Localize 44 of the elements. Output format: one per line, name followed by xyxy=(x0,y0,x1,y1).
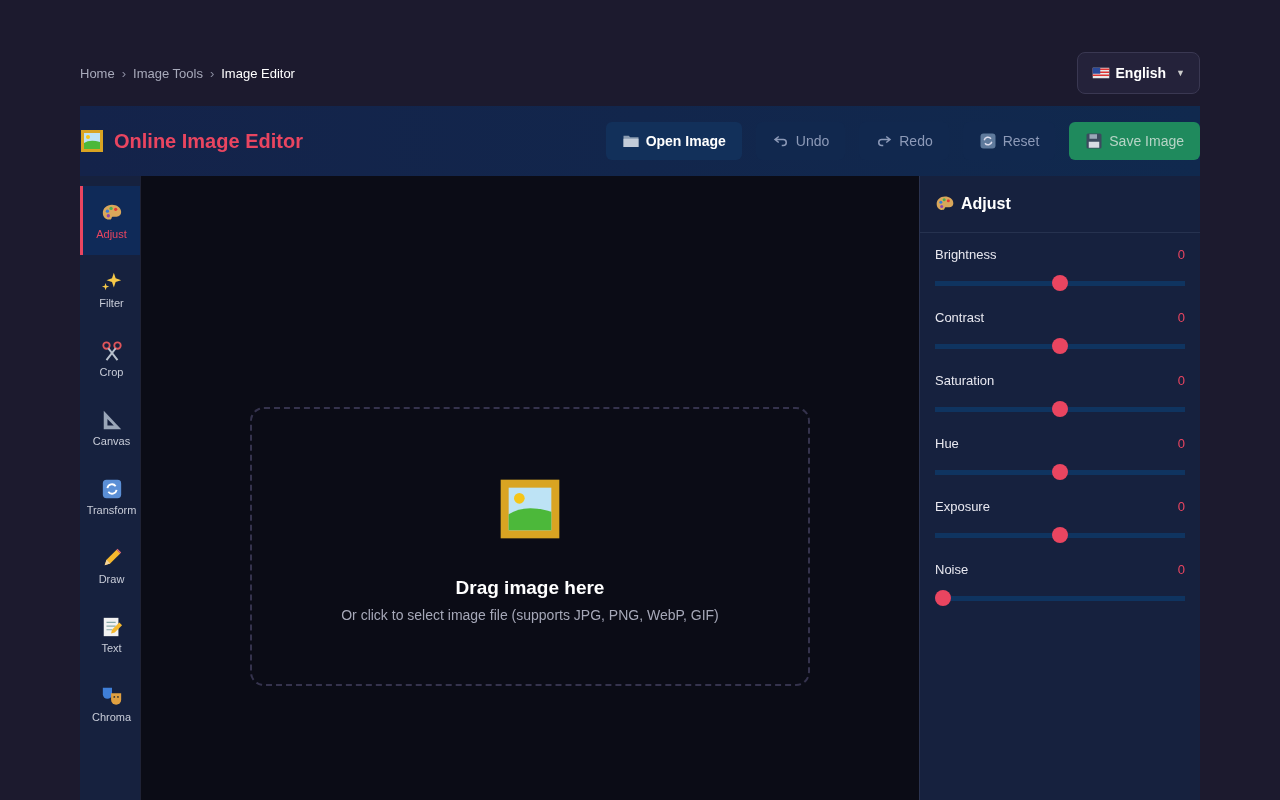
breadcrumb-separator: › xyxy=(121,65,127,81)
sidebar-tab[interactable]: Transform xyxy=(80,462,140,531)
slider-thumb[interactable] xyxy=(1052,338,1068,354)
refresh-icon xyxy=(978,132,997,150)
slider-label: Noise xyxy=(935,562,969,577)
breadcrumb-current: Image Editor xyxy=(221,65,295,81)
open-button[interactable]: Open Image xyxy=(605,122,742,160)
drop-title: Drag image here xyxy=(455,577,605,599)
sidebar-tab[interactable]: Filter xyxy=(80,255,140,324)
slider-thumb[interactable] xyxy=(1052,275,1068,291)
drop-zone[interactable]: Drag image here Or click to select image file (supports JPG, PNG, WebP, GIF) xyxy=(250,407,810,686)
sidebar-tab[interactable]: Chroma xyxy=(80,669,140,738)
language-selector[interactable]: English ▼ xyxy=(1076,52,1200,94)
app-title: Online Image Editor xyxy=(114,129,303,153)
refresh-icon xyxy=(100,477,123,500)
breadcrumb-link[interactable]: Home xyxy=(80,65,115,81)
slider-value: 0 xyxy=(1177,499,1185,514)
picture-icon xyxy=(80,129,104,153)
slider-value: 0 xyxy=(1177,373,1185,388)
slider-thumb[interactable] xyxy=(935,590,951,606)
sidebar-tab[interactable]: Crop xyxy=(80,324,140,393)
sidebar-tab[interactable]: Adjust xyxy=(80,186,140,255)
slider-thumb[interactable] xyxy=(1052,401,1068,417)
slider-label: Exposure xyxy=(935,499,990,514)
slider-label: Brightness xyxy=(935,247,997,262)
slider-thumb[interactable] xyxy=(1052,527,1068,543)
sidebar-tab[interactable]: Canvas xyxy=(80,393,140,462)
scissors-icon xyxy=(100,339,123,362)
slider-value: 0 xyxy=(1177,310,1185,325)
caret-icon: ▼ xyxy=(1176,68,1185,78)
slider-label: Hue xyxy=(935,436,959,451)
slider-label: Saturation xyxy=(935,373,995,388)
drop-hint: Or click to select image file (supports JPG, PNG, WebP, GIF) xyxy=(341,607,719,623)
slider-label: Contrast xyxy=(935,310,985,325)
picture-icon xyxy=(498,477,562,541)
breadcrumb-link[interactable]: Image Tools xyxy=(133,65,203,81)
slider-value: 0 xyxy=(1177,562,1185,577)
breadcrumb-separator: › xyxy=(209,65,215,81)
slider-thumb[interactable] xyxy=(1052,464,1068,480)
slider-value: 0 xyxy=(1177,247,1185,262)
slider-value: 0 xyxy=(1177,436,1185,451)
sidebar-tab[interactable]: Draw xyxy=(80,531,140,600)
panel-title: Adjust xyxy=(961,195,1011,213)
sidebar-tab[interactable]: Text xyxy=(80,600,140,669)
